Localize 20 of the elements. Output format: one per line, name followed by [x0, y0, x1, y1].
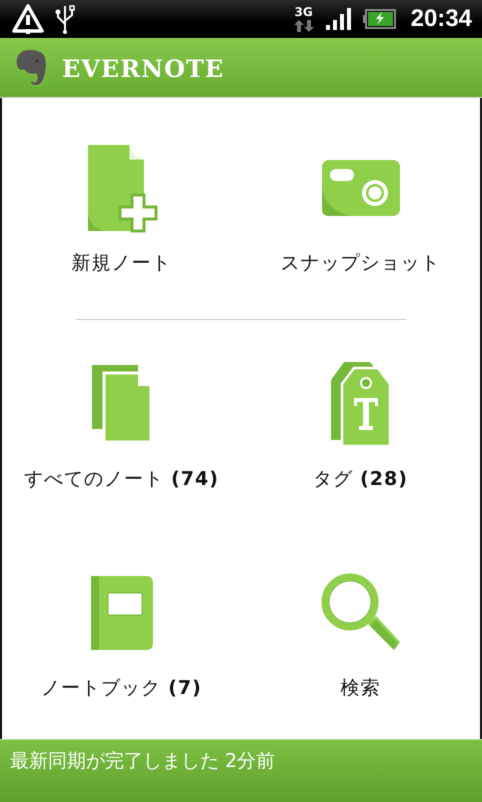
stacked-notes-icon	[90, 364, 152, 444]
elephant-logo-icon	[14, 48, 48, 88]
search-tile[interactable]: 検索	[241, 529, 480, 738]
new-note-icon	[86, 143, 158, 233]
clock-time: 20:34	[410, 5, 472, 33]
signal-icon	[324, 8, 353, 30]
new-note-tile[interactable]: 新規ノート	[2, 99, 241, 319]
notebooks-tile[interactable]: ノートブック (7)	[2, 529, 241, 738]
sync-status-text: 最新同期が完了しました 2分前	[10, 750, 276, 772]
tags-tile[interactable]: タグ (28)	[241, 320, 480, 529]
camera-icon	[320, 159, 400, 217]
tag-icon	[330, 360, 392, 448]
all-notes-tile[interactable]: すべてのノート (74)	[2, 320, 241, 529]
snapshot-tile[interactable]: スナップショット	[241, 99, 480, 319]
usb-icon	[54, 4, 76, 34]
data-arrows-icon	[292, 19, 315, 33]
network-type: 3G	[294, 5, 313, 19]
app-title: EVERNOTE	[62, 54, 224, 82]
warning-icon	[12, 3, 44, 35]
notebook-icon	[90, 574, 154, 650]
